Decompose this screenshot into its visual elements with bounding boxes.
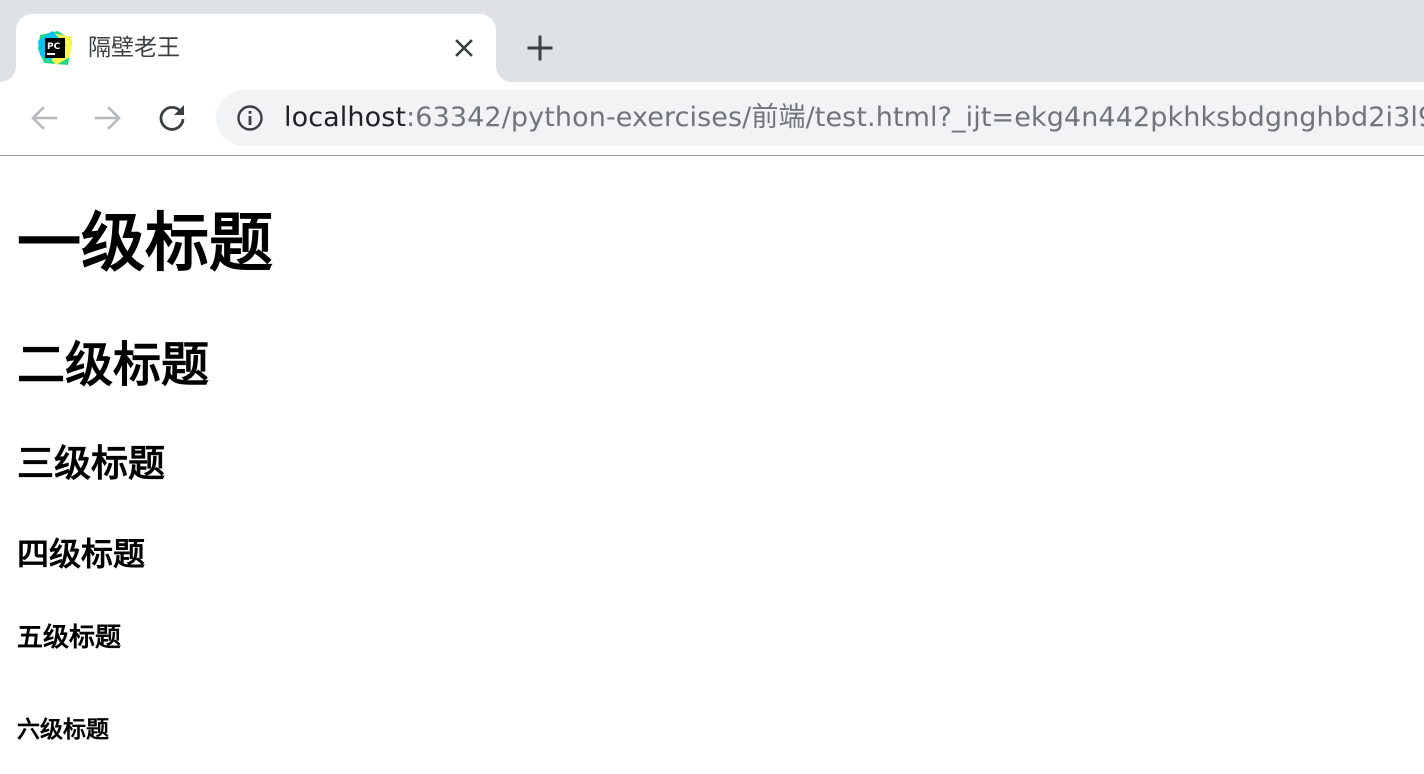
address-bar[interactable]: localhost:63342/python-exercises/前端/test… (216, 90, 1424, 146)
url-path: :63342/python-exercises/前端/test.html?_ij… (406, 102, 1424, 133)
reload-icon[interactable] (152, 98, 192, 138)
svg-text:PC: PC (47, 42, 61, 52)
heading-level-1: 一级标题 (17, 207, 273, 281)
active-tab[interactable]: PC 隔壁老王 (16, 14, 496, 82)
url-host: localhost (284, 102, 407, 133)
tab-title: 隔壁老王 (88, 35, 180, 61)
heading-level-2: 二级标题 (17, 337, 210, 393)
arrow-right-icon[interactable] (88, 98, 128, 138)
url-text[interactable]: localhost:63342/python-exercises/前端/test… (284, 102, 1424, 134)
tab-strip: PC 隔壁老王 (0, 0, 1424, 82)
heading-level-3: 三级标题 (17, 442, 165, 485)
page-content: 一级标题 二级标题 三级标题 四级标题 五级标题 六级标题 (17, 156, 1407, 774)
heading-level-4: 四级标题 (17, 535, 146, 573)
pycharm-icon: PC (38, 31, 72, 65)
plus-icon[interactable] (520, 28, 560, 68)
browser-toolbar: localhost:63342/python-exercises/前端/test… (0, 82, 1424, 156)
arrow-left-icon[interactable] (24, 98, 64, 138)
heading-level-6: 六级标题 (17, 717, 109, 743)
info-icon[interactable] (236, 104, 264, 132)
close-icon[interactable] (450, 34, 478, 62)
heading-level-5: 五级标题 (17, 623, 122, 653)
